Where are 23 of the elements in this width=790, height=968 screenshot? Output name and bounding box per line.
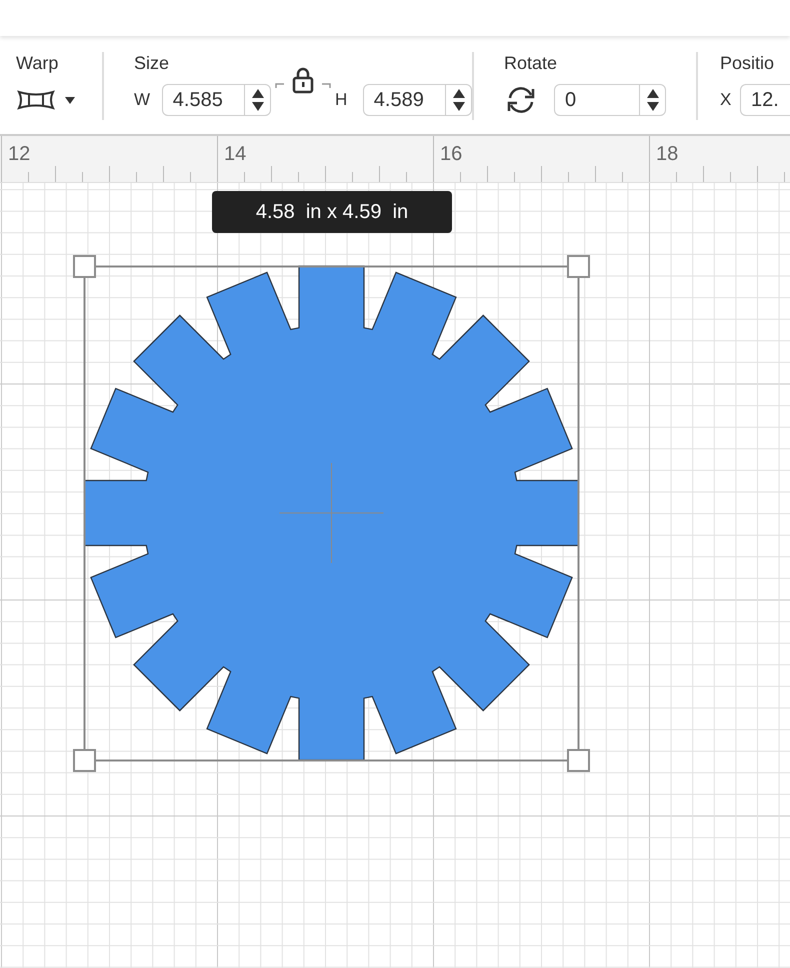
height-field[interactable]: 4.589 [362, 84, 472, 116]
stepper-icon[interactable] [646, 87, 660, 113]
width-field[interactable]: 4.585 [162, 84, 271, 116]
stepper-icon[interactable] [250, 87, 264, 113]
x-field[interactable]: 12. [740, 84, 790, 116]
rotate-label: Rotate [504, 52, 558, 74]
x-label: X [720, 90, 732, 110]
warp-icon[interactable] [16, 88, 56, 112]
warp-label: Warp [16, 52, 60, 74]
stepper-icon[interactable] [452, 87, 466, 113]
lock-icon[interactable] [275, 66, 331, 94]
position-label: Positio [720, 52, 776, 74]
ruler-number: 12 [8, 143, 30, 166]
height-label: H [335, 90, 348, 110]
size-label: Size [134, 52, 170, 74]
rotate-field[interactable]: 0 [554, 84, 666, 116]
crosshair-icon [279, 462, 384, 564]
ruler-number: 14 [224, 143, 246, 166]
ruler-number: 16 [440, 143, 462, 166]
caret-icon[interactable] [64, 95, 76, 105]
width-label: W [134, 90, 152, 110]
size-tooltip: 4.58 in x 4.59 in [212, 191, 452, 233]
ruler-number: 18 [656, 143, 678, 166]
